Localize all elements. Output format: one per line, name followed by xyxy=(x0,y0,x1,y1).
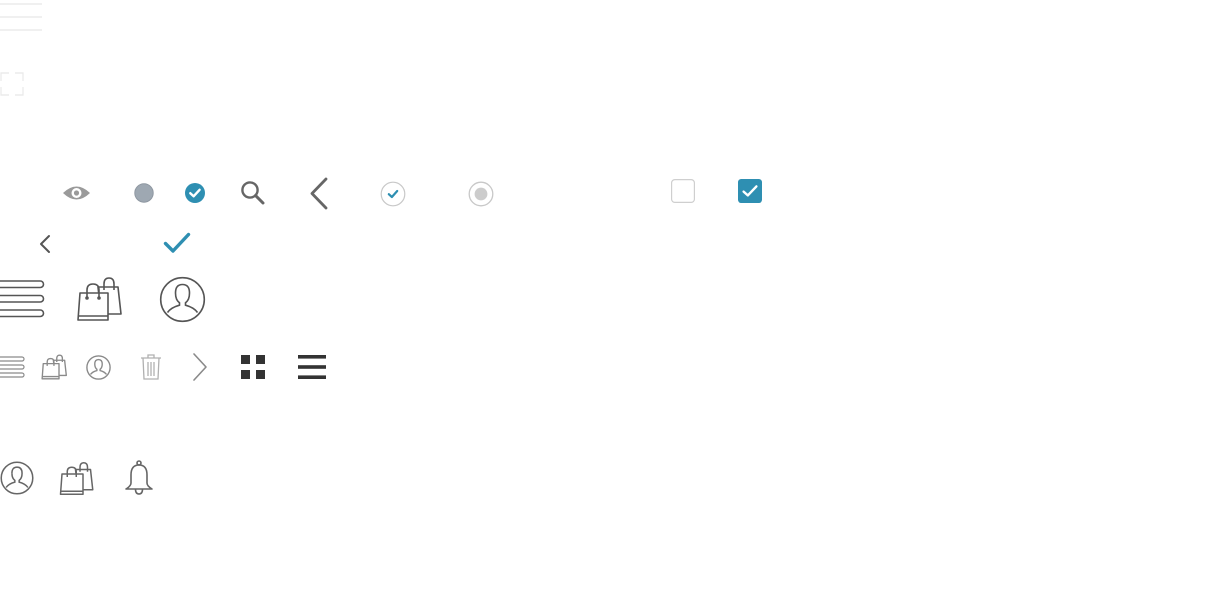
check-circle-filled-icon[interactable] xyxy=(185,183,205,203)
user-icon[interactable] xyxy=(0,461,34,495)
bell-icon[interactable] xyxy=(124,460,154,496)
user-icon[interactable] xyxy=(86,355,111,380)
user-icon[interactable] xyxy=(159,276,206,323)
checkmark-icon xyxy=(163,231,191,255)
shopping-bags-icon[interactable] xyxy=(76,276,124,322)
checkbox-unchecked-icon[interactable] xyxy=(671,179,695,203)
eye-icon[interactable] xyxy=(62,183,91,203)
chevron-right-icon[interactable] xyxy=(191,352,209,382)
menu-icon xyxy=(0,0,44,36)
checkbox-checked-icon[interactable] xyxy=(738,179,762,203)
grid-view-icon[interactable] xyxy=(241,355,265,379)
list-view-icon[interactable] xyxy=(298,355,326,379)
chevron-left-small-icon[interactable] xyxy=(38,234,52,254)
trash-icon[interactable] xyxy=(140,353,162,380)
dot-grey-icon xyxy=(134,183,154,203)
search-icon[interactable] xyxy=(240,180,265,205)
expand-icon xyxy=(0,72,24,96)
chevron-left-large-icon[interactable] xyxy=(308,177,330,210)
shopping-bags-icon[interactable] xyxy=(41,354,68,380)
radio-disabled-icon xyxy=(468,181,494,207)
menu-icon[interactable] xyxy=(0,280,46,318)
menu-icon[interactable] xyxy=(0,356,26,378)
shopping-bags-icon[interactable] xyxy=(59,461,95,496)
check-circle-outline-icon[interactable] xyxy=(380,181,406,207)
